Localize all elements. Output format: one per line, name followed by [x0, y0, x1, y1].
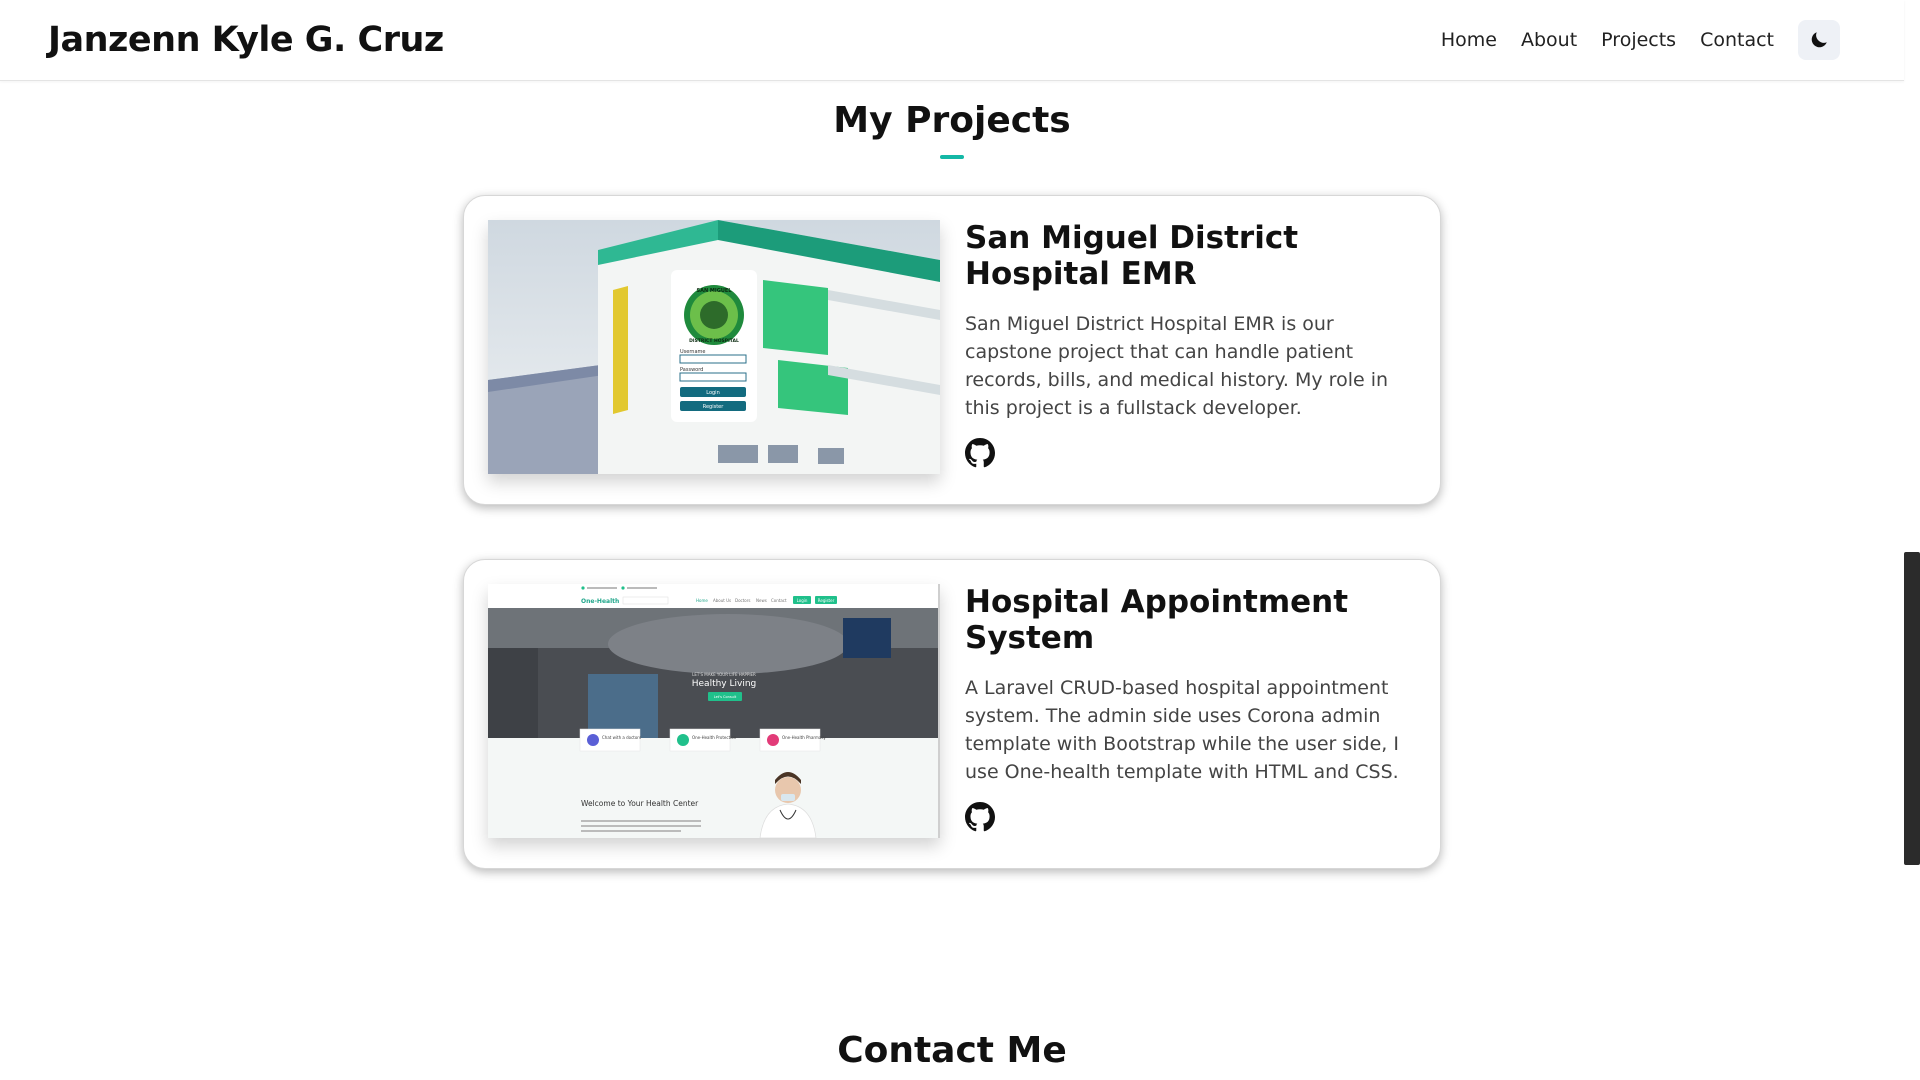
- github-icon[interactable]: [965, 438, 995, 468]
- project-card: One-Health Home About Us Doctors News Co…: [463, 559, 1441, 869]
- page-scrollbar[interactable]: [1904, 552, 1920, 865]
- title-underline: [940, 155, 964, 159]
- mock-register-button: Register: [818, 598, 835, 603]
- site-brand[interactable]: Janzenn Kyle G. Cruz: [48, 20, 444, 60]
- mock-feature-pharmacy: One-Health Pharmacy: [782, 735, 827, 740]
- project-card: SAN MIGUEL DISTRICT HOSPITAL Username Pa…: [463, 195, 1441, 505]
- project-info: San Miguel District Hospital EMR San Mig…: [965, 220, 1415, 468]
- mock-hero-button: Let's Consult: [714, 695, 737, 699]
- mock-password-label: Password: [680, 367, 703, 373]
- top-navbar: Janzenn Kyle G. Cruz Home About Projects…: [0, 0, 1904, 81]
- moon-icon: [1811, 32, 1827, 48]
- mock-nav-home: Home: [696, 598, 708, 603]
- mock-nav-about: About Us: [713, 598, 731, 603]
- nav-home-link[interactable]: Home: [1441, 29, 1497, 51]
- mock-welcome-title: Welcome to Your Health Center: [581, 799, 699, 808]
- mock-nav-contact: Contact: [771, 598, 787, 603]
- seal-text-bottom: DISTRICT HOSPITAL: [689, 338, 739, 344]
- mock-hero-title: Healthy Living: [692, 679, 757, 689]
- mock-nav-doctors: Doctors: [735, 598, 750, 603]
- main-nav: Home About Projects Contact: [1441, 20, 1840, 60]
- project-info: Hospital Appointment System A Laravel CR…: [965, 584, 1415, 832]
- nav-projects-link[interactable]: Projects: [1601, 29, 1676, 51]
- seal-text-top: SAN MIGUEL: [697, 288, 733, 294]
- project-screenshot-appointment: One-Health Home About Us Doctors News Co…: [488, 584, 940, 838]
- mock-register-button: Register: [703, 404, 725, 410]
- mock-logo: One-Health: [581, 598, 619, 605]
- project-title: San Miguel District Hospital EMR: [965, 220, 1299, 292]
- mock-nav-news: News: [756, 598, 767, 603]
- projects-section-title: My Projects: [833, 100, 1071, 141]
- theme-toggle-button[interactable]: [1798, 20, 1840, 60]
- project-screenshot-emr: SAN MIGUEL DISTRICT HOSPITAL Username Pa…: [488, 220, 940, 474]
- github-icon[interactable]: [965, 802, 995, 832]
- mock-hero-kicker: LET'S MAKE YOUR LIFE HAPPIER: [692, 672, 756, 677]
- project-description: San Miguel District Hospital EMR is our …: [965, 313, 1389, 419]
- project-description: A Laravel CRUD-based hospital appointmen…: [965, 677, 1399, 783]
- mock-username-label: Username: [680, 349, 706, 355]
- mock-feature-chat: Chat with a doctors: [602, 735, 641, 740]
- nav-contact-link[interactable]: Contact: [1700, 29, 1774, 51]
- mock-feature-protection: One-Health Protection: [692, 735, 737, 740]
- contact-section-title: Contact Me: [837, 1030, 1067, 1071]
- mock-login-button: Login: [706, 390, 720, 396]
- mock-login-button: Login: [797, 598, 808, 603]
- nav-about-link[interactable]: About: [1521, 29, 1577, 51]
- project-title: Hospital Appointment System: [965, 584, 1349, 656]
